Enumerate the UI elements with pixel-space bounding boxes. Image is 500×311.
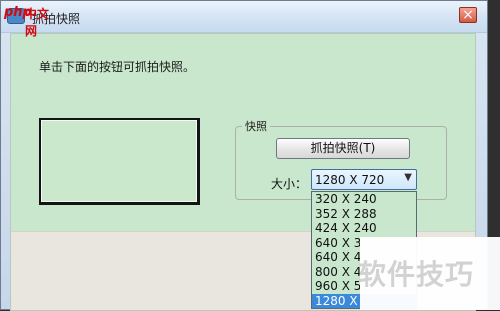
chevron-down-icon: ▼ [404,172,412,183]
size-label: 大小： [271,177,308,191]
size-dropdown[interactable]: 1280 X 720 ▼ [311,169,417,190]
size-option[interactable]: 320 X 240 [312,192,416,207]
size-dropdown-value: 1280 X 720 [315,173,385,187]
capture-snapshot-button[interactable]: 抓拍快照(T) [276,138,410,159]
snapshot-preview [39,118,200,205]
window-titlebar: 抓拍快照 × [1,1,487,33]
size-option[interactable]: 352 X 288 [312,207,416,222]
snapshot-group-label: 快照 [242,118,270,134]
close-button[interactable]: × [459,7,477,23]
php-logo-watermark: php 中文网 [4,5,54,38]
php-logo-cn-text: 中文网 [25,7,50,38]
size-option[interactable]: 424 X 240 [312,221,416,236]
close-icon: × [462,7,474,23]
instruction-text: 单击下面的按钮可抓拍快照。 [39,60,196,74]
watermark-text: 软件技巧 [358,258,475,291]
